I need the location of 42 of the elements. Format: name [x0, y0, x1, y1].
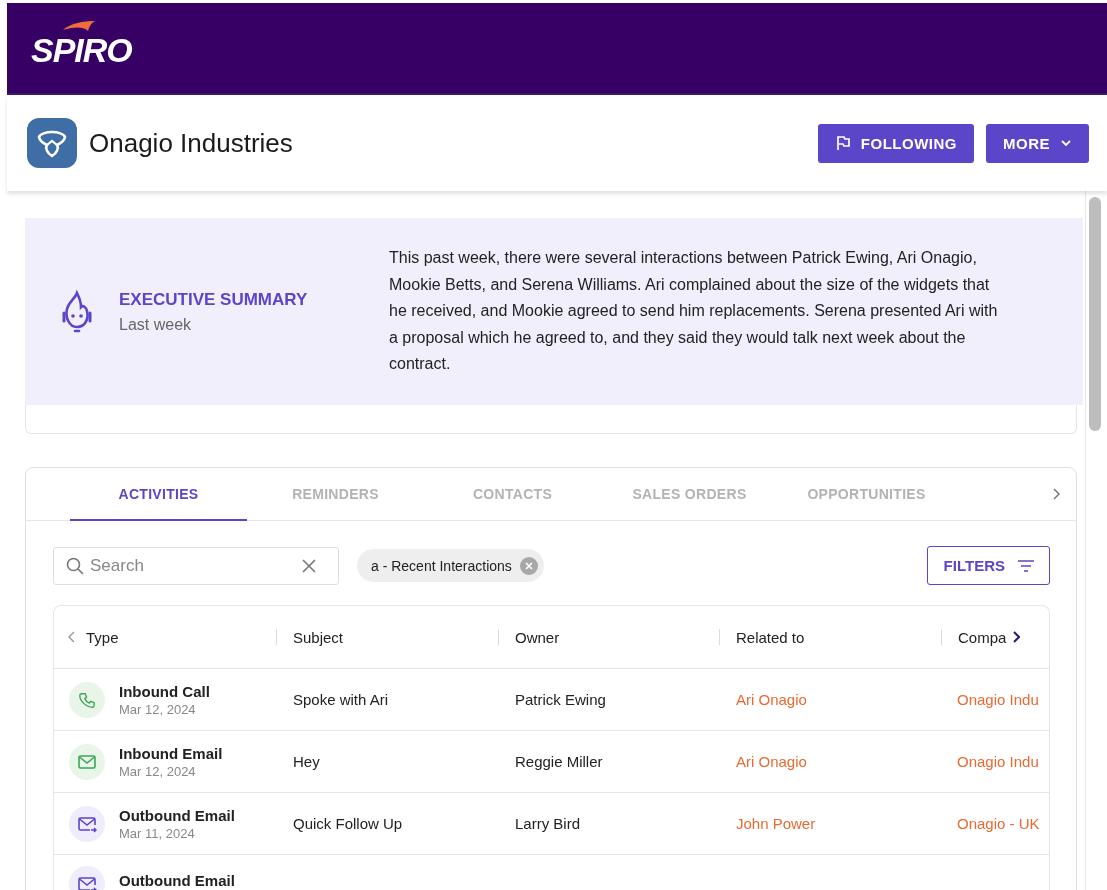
- owner-name: Patrick Ewing: [515, 691, 606, 708]
- swoosh-icon: [61, 18, 97, 33]
- summary-title: EXECUTIVE SUMMARY: [119, 289, 308, 310]
- chevron-right-icon: [1012, 631, 1021, 643]
- subject-text: Spoke with Ari: [293, 691, 389, 708]
- activity-date: Mar 12, 2024: [119, 701, 197, 717]
- filter-icon: [1017, 558, 1035, 573]
- search-icon: [66, 556, 84, 575]
- more-button[interactable]: MORE: [986, 123, 1089, 163]
- activity-type: Inbound Call: [119, 682, 210, 700]
- column-header[interactable]: Subject: [293, 628, 344, 646]
- activity-type: Outbound Email: [119, 871, 235, 889]
- column-header[interactable]: Type: [86, 628, 119, 646]
- subject-text: Hey: [293, 753, 320, 770]
- chevron-left-icon: [68, 631, 76, 643]
- owner-name: Reggie Miller: [515, 753, 603, 770]
- column-header[interactable]: Related to: [736, 628, 805, 646]
- filters-button[interactable]: FILTERS: [926, 546, 1050, 585]
- chevron-right-icon: [1052, 488, 1060, 500]
- envelope-arrow-icon: [77, 874, 97, 890]
- tab[interactable]: ACTIVITIES: [70, 468, 247, 521]
- activity-date: Mar 12, 2024: [119, 763, 197, 779]
- column-header[interactable]: Owner: [515, 628, 560, 646]
- close-icon: [301, 557, 317, 574]
- flag-icon: [834, 135, 851, 151]
- activity-type: Outbound Email: [119, 806, 235, 824]
- summary-period: Last week: [119, 315, 193, 334]
- search-field[interactable]: Search: [53, 546, 339, 585]
- column-header[interactable]: Compa: [958, 628, 1007, 646]
- scrollbar-thumb[interactable]: [1089, 197, 1101, 431]
- record-title: Onagio Industries: [89, 127, 293, 159]
- owner-name: Larry Bird: [515, 815, 581, 832]
- filter-chip[interactable]: a - Recent Interactions: [357, 549, 544, 582]
- chevron-down-icon: [1060, 139, 1072, 147]
- activity-date: Mar 11, 2024: [119, 825, 196, 841]
- activity-type: Inbound Email: [119, 744, 223, 762]
- subject-text: Quick Follow Up: [293, 815, 403, 832]
- remove-icon: [519, 556, 538, 575]
- logo-text: SPIRO: [31, 30, 132, 69]
- summary-text: This past week, there were several interactions between Patrick Ewing, Ari Onagio, Mookie Betts, and Serena Williams. Ari complained about the size of the widgets that he received, and Mookie agreed to send him replacements. Serena presented Ari with a proposal which he agreed to, and they said they would talk next week about the contract.: [389, 248, 999, 375]
- following-button[interactable]: FOLLOWING: [817, 123, 974, 163]
- company-logo-icon: [27, 118, 77, 168]
